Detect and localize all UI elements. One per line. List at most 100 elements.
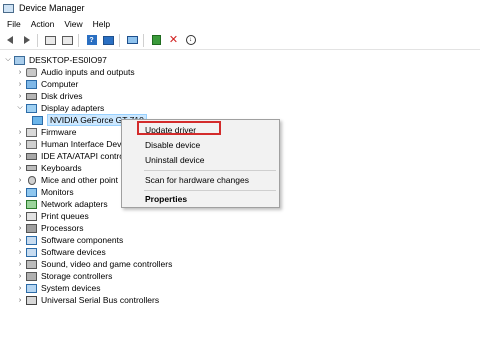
tree-item-network[interactable]: › Network adapters bbox=[16, 198, 108, 210]
menu-view[interactable]: View bbox=[59, 19, 87, 29]
highlight-box bbox=[137, 121, 221, 135]
tree-item-label: Audio inputs and outputs bbox=[41, 67, 135, 77]
tree-item-usb[interactable]: › Universal Serial Bus controllers bbox=[16, 294, 159, 306]
chevron-right-icon[interactable]: › bbox=[16, 165, 24, 172]
help-icon[interactable]: ? bbox=[84, 33, 99, 47]
keyboard-icon bbox=[26, 165, 37, 171]
chevron-right-icon[interactable]: › bbox=[16, 129, 24, 136]
tree-item-label: Computer bbox=[41, 79, 79, 89]
storage-icon bbox=[26, 271, 37, 281]
tree-item-label: Human Interface Dev bbox=[41, 139, 122, 149]
tree-item-label: Processors bbox=[41, 223, 84, 233]
forward-arrow-icon[interactable] bbox=[19, 33, 34, 47]
tree-item-software-components[interactable]: › Software components bbox=[16, 234, 123, 246]
speaker-icon bbox=[26, 67, 37, 77]
computer-icon bbox=[26, 79, 37, 89]
toolbar-separator bbox=[119, 33, 120, 47]
processor-icon bbox=[26, 223, 37, 233]
chevron-right-icon[interactable]: › bbox=[16, 93, 24, 100]
view-icon[interactable] bbox=[101, 33, 116, 47]
software-device-icon bbox=[26, 247, 37, 257]
download-icon[interactable]: ↓ bbox=[183, 33, 198, 47]
tree-item-software-devices[interactable]: › Software devices bbox=[16, 246, 106, 258]
chevron-right-icon[interactable]: › bbox=[16, 189, 24, 196]
device-manager-icon bbox=[3, 3, 14, 13]
menu-help[interactable]: Help bbox=[88, 19, 115, 29]
tree-item-label: Print queues bbox=[41, 211, 89, 221]
tree-view-icon[interactable] bbox=[60, 33, 75, 47]
chevron-right-icon[interactable]: › bbox=[16, 153, 24, 160]
tree-item-label: Display adapters bbox=[41, 103, 105, 113]
tree-item-computer[interactable]: › Computer bbox=[16, 78, 79, 90]
chevron-right-icon[interactable]: › bbox=[16, 69, 24, 76]
tree-item-storage[interactable]: › Storage controllers bbox=[16, 270, 113, 282]
computer-icon bbox=[14, 55, 25, 65]
chevron-right-icon[interactable]: › bbox=[16, 285, 24, 292]
properties-icon[interactable] bbox=[43, 33, 58, 47]
chevron-right-icon[interactable]: › bbox=[16, 213, 24, 220]
chevron-right-icon[interactable]: › bbox=[16, 297, 24, 304]
chevron-down-icon[interactable]: ⌵ bbox=[16, 104, 24, 112]
disk-drive-icon bbox=[26, 92, 37, 100]
printer-icon bbox=[26, 211, 37, 221]
chevron-right-icon[interactable]: › bbox=[16, 261, 24, 268]
tree-item-label: Keyboards bbox=[41, 163, 82, 173]
monitor-icon[interactable] bbox=[125, 33, 140, 47]
tree-item-system[interactable]: › System devices bbox=[16, 282, 101, 294]
tree-item-sound[interactable]: › Sound, video and game controllers bbox=[16, 258, 173, 270]
tree-item-label: IDE ATA/ATAPI contro bbox=[41, 151, 124, 161]
chevron-right-icon[interactable]: › bbox=[16, 201, 24, 208]
chevron-right-icon[interactable]: › bbox=[16, 273, 24, 280]
tree-item-label: Storage controllers bbox=[41, 271, 113, 281]
menu-item-scan-hardware[interactable]: Scan for hardware changes bbox=[145, 175, 249, 185]
chevron-right-icon[interactable]: › bbox=[16, 225, 24, 232]
tree-item-label: Software devices bbox=[41, 247, 106, 257]
tree-item-firmware[interactable]: › Firmware bbox=[16, 126, 77, 138]
tree-item-label: Sound, video and game controllers bbox=[41, 259, 173, 269]
toolbar-separator bbox=[37, 33, 38, 47]
back-arrow-icon[interactable] bbox=[2, 33, 17, 47]
menu-file[interactable]: File bbox=[0, 19, 26, 29]
menu-item-uninstall-device[interactable]: Uninstall device bbox=[145, 155, 205, 165]
menu-separator bbox=[144, 170, 276, 171]
chevron-right-icon[interactable]: › bbox=[16, 249, 24, 256]
uninstall-icon[interactable]: ✕ bbox=[166, 33, 181, 47]
window-title: Device Manager bbox=[19, 3, 85, 13]
tree-item-hid[interactable]: › Human Interface Dev bbox=[16, 138, 122, 150]
tree-item-label: Software components bbox=[41, 235, 124, 245]
chevron-right-icon[interactable]: › bbox=[16, 141, 24, 148]
tree-item-processors[interactable]: › Processors bbox=[16, 222, 84, 234]
network-icon bbox=[26, 199, 37, 209]
menu-bar: File Action View Help bbox=[0, 16, 480, 31]
hid-icon bbox=[26, 139, 37, 149]
add-driver-icon[interactable] bbox=[149, 33, 164, 47]
system-icon bbox=[26, 283, 37, 293]
tree-item-ide[interactable]: › IDE ATA/ATAPI contro bbox=[16, 150, 124, 162]
chevron-down-icon[interactable]: ⌵ bbox=[4, 56, 12, 64]
tree-item-print-queues[interactable]: › Print queues bbox=[16, 210, 89, 222]
menu-separator bbox=[144, 190, 276, 191]
tree-item-monitors[interactable]: › Monitors bbox=[16, 186, 74, 198]
chevron-right-icon[interactable]: › bbox=[16, 81, 24, 88]
mouse-icon bbox=[28, 175, 36, 185]
tree-item-label: Firmware bbox=[41, 127, 77, 137]
tree-item-audio[interactable]: › Audio inputs and outputs bbox=[16, 66, 135, 78]
tree-root-label: DESKTOP-ES0IO97 bbox=[29, 55, 107, 65]
tree-item-display-adapters[interactable]: ⌵ Display adapters bbox=[16, 102, 104, 114]
tree-item-disk-drives[interactable]: › Disk drives bbox=[16, 90, 83, 102]
software-component-icon bbox=[26, 235, 37, 245]
tree-item-mice[interactable]: › Mice and other point bbox=[16, 174, 118, 186]
menu-action[interactable]: Action bbox=[26, 19, 60, 29]
tree-root[interactable]: ⌵ DESKTOP-ES0IO97 bbox=[4, 54, 107, 66]
sound-icon bbox=[26, 259, 37, 269]
display-adapter-icon bbox=[26, 103, 37, 113]
toolbar-separator bbox=[143, 33, 144, 47]
tree-item-keyboards[interactable]: › Keyboards bbox=[16, 162, 82, 174]
chevron-right-icon[interactable]: › bbox=[16, 237, 24, 244]
monitor-icon bbox=[26, 187, 37, 197]
chevron-right-icon[interactable]: › bbox=[16, 177, 24, 184]
title-bar: Device Manager bbox=[0, 0, 480, 16]
tree-item-label: System devices bbox=[41, 283, 101, 293]
menu-item-disable-device[interactable]: Disable device bbox=[145, 140, 200, 150]
menu-item-properties[interactable]: Properties bbox=[145, 194, 187, 204]
